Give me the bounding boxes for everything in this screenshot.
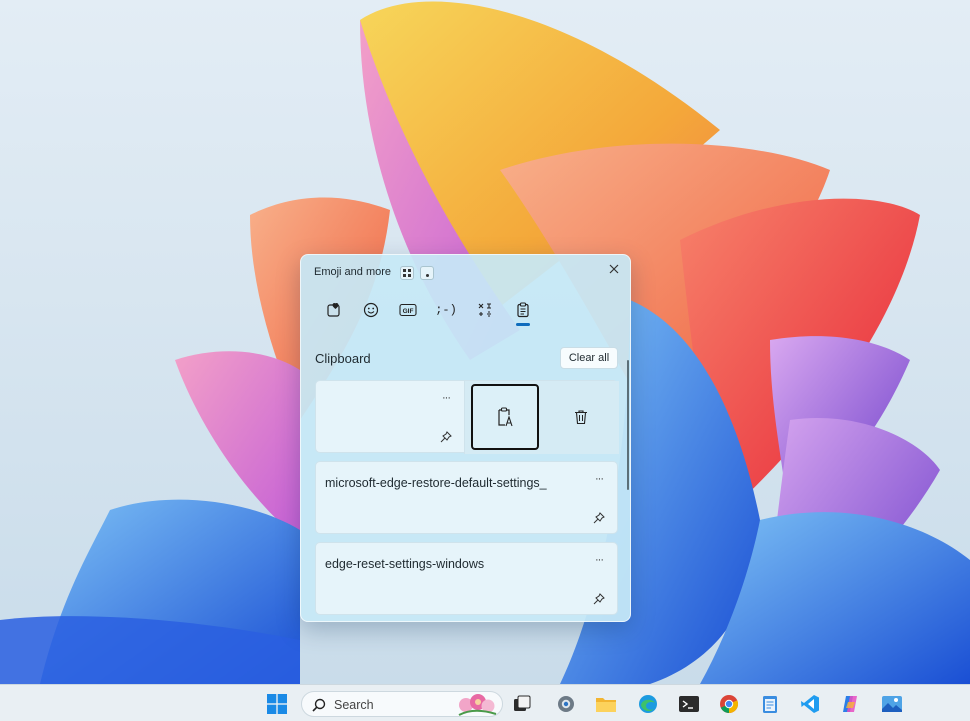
vscode-app[interactable] [799,693,821,715]
pin-icon [593,512,605,524]
more-icon: ··· [595,554,604,566]
start-button[interactable] [266,693,288,715]
photos-app[interactable] [881,693,903,715]
favorites-icon [327,302,340,317]
copilot-app[interactable] [839,693,861,715]
tab-favorites[interactable] [321,297,347,323]
clipboard-icon [517,302,529,318]
terminal-app[interactable] [678,693,700,715]
grid-icon [403,269,411,277]
copilot-icon [843,696,857,712]
delete-item-button[interactable] [559,384,603,450]
clear-all-button[interactable]: Clear all [560,347,618,369]
more-options-button[interactable]: ··· [436,389,456,407]
svg-text:GIF: GIF [403,308,414,315]
dot-icon [425,274,429,277]
paste-as-text-icon [498,407,513,427]
taskbar: Search [0,684,970,721]
photos-icon [882,696,902,712]
settings-app[interactable] [555,693,577,715]
chrome-icon [720,695,739,714]
clipboard-item-3[interactable]: edge-reset-settings-windows ··· [315,542,618,615]
active-tab-indicator [516,323,530,326]
pin-icon [593,593,605,605]
symbols-icon [478,303,491,317]
search-icon [312,698,326,712]
edge-browser-app[interactable] [637,693,659,715]
notepad-app[interactable] [759,693,781,715]
emoji-clipboard-panel: Emoji and more GIF ;-) Clipboard Clear a… [300,254,631,622]
kaomoji-icon: ;-) [435,303,457,317]
task-view-icon [514,695,531,711]
layout-grid-button[interactable] [400,266,414,280]
gif-icon: GIF [399,303,417,317]
more-options-button[interactable]: ··· [589,551,609,569]
more-options-button[interactable]: ··· [589,470,609,488]
tab-gif[interactable]: GIF [395,297,421,323]
settings-gear-icon [558,696,574,712]
clipboard-item-text: microsoft-edge-restore-default-settings_ [325,476,547,490]
panel-title: Emoji and more [314,266,392,278]
pin-icon [440,431,452,443]
scrollbar[interactable] [627,360,629,490]
clipboard-item-2[interactable]: microsoft-edge-restore-default-settings_… [315,461,618,534]
search-placeholder: Search [334,698,374,712]
windows-start-icon [267,694,287,714]
more-icon: ··· [595,473,604,485]
vscode-icon [801,695,819,713]
edge-icon [639,695,657,713]
trash-icon [575,410,587,425]
notepad-icon [763,696,777,713]
dot-button[interactable] [420,266,434,280]
paste-as-text-button[interactable] [471,384,539,450]
item-actions [464,381,619,454]
emoji-icon [363,302,379,318]
taskbar-search[interactable]: Search [301,691,503,717]
tab-clipboard[interactable] [510,297,536,323]
pin-button[interactable] [589,508,609,528]
clipboard-item-text: edge-reset-settings-windows [325,557,485,571]
tab-symbols[interactable] [472,297,498,323]
terminal-icon [679,696,699,712]
tab-kaomoji[interactable]: ;-) [433,297,459,323]
pin-button[interactable] [589,589,609,609]
section-title: Clipboard [315,351,371,366]
folder-icon [596,698,616,712]
pin-button[interactable] [436,427,456,447]
search-highlight-flowers-icon [458,694,497,716]
file-explorer-app[interactable] [595,693,617,715]
close-button[interactable] [606,261,622,277]
chrome-browser-app[interactable] [718,693,740,715]
close-icon [609,264,619,274]
tab-emoji[interactable] [358,297,384,323]
task-view-button[interactable] [511,693,533,715]
clipboard-item-1[interactable]: ··· [315,380,619,454]
more-icon: ··· [442,392,451,404]
